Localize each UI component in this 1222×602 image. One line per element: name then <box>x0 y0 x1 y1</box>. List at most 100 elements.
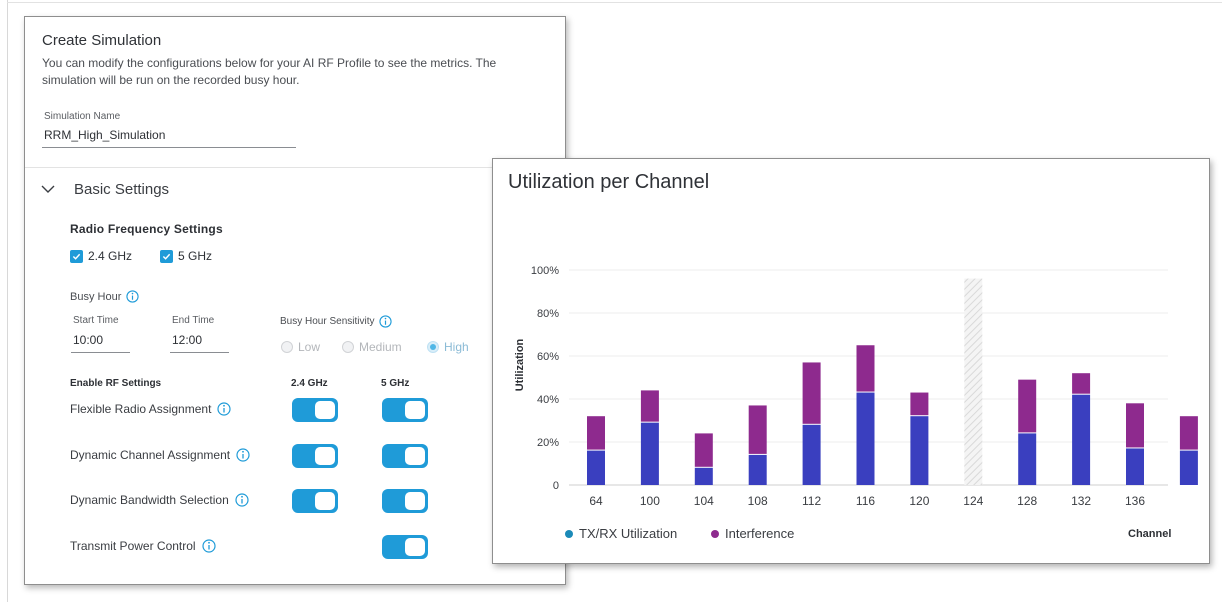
bar-interference-132[interactable] <box>1072 373 1091 394</box>
sensitivity-medium-radio[interactable]: Medium <box>342 340 402 354</box>
sensitivity-high-label: High <box>444 340 469 354</box>
y-tick-label: 80% <box>537 308 559 320</box>
x-tick-label: 124 <box>963 494 983 508</box>
col-head-5: 5 GHz <box>381 378 410 389</box>
bar-txrx-112[interactable] <box>802 424 821 485</box>
bar-txrx-108[interactable] <box>748 454 767 485</box>
bar-interference-136[interactable] <box>1126 403 1144 448</box>
bar-interference-last[interactable] <box>1179 416 1198 450</box>
legend-label-interference: Interference <box>725 526 795 541</box>
bar-interference-116[interactable] <box>856 345 875 392</box>
setting-name: Flexible Radio Assignment <box>70 402 212 416</box>
bar-interference-100[interactable] <box>640 390 659 422</box>
x-tick-label: 136 <box>1125 494 1145 508</box>
rf-row-label-fra: Flexible Radio Assignment <box>70 402 232 416</box>
y-axis-label: Utilization <box>514 338 526 391</box>
setting-name: Transmit Power Control <box>70 539 196 553</box>
bar-interference-112[interactable] <box>802 362 821 424</box>
band-5-checkbox-row[interactable]: 5 GHz <box>160 249 212 263</box>
x-tick-label: 128 <box>1017 494 1037 508</box>
y-tick-label: 60% <box>537 351 559 363</box>
bar-txrx-120[interactable] <box>910 416 929 485</box>
y-tick-label: 40% <box>537 394 559 406</box>
band-24-label: 2.4 GHz <box>88 249 133 263</box>
toggle-fra-5[interactable] <box>382 398 428 422</box>
radio-icon[interactable] <box>342 341 354 353</box>
start-time-underline <box>71 352 130 353</box>
info-icon[interactable] <box>201 539 216 553</box>
radio-selected-icon[interactable] <box>427 341 439 353</box>
x-tick-label: 64 <box>589 494 603 508</box>
bar-txrx-128[interactable] <box>1018 433 1037 485</box>
legend-label-txrx: TX/RX Utilization <box>579 526 678 541</box>
enable-rf-heading: Enable RF Settings <box>70 378 162 389</box>
simulation-name-input[interactable]: RRM_High_Simulation <box>44 128 165 142</box>
y-tick-label: 0 <box>553 480 559 492</box>
legend-txrx[interactable]: TX/RX Utilization <box>565 526 677 541</box>
checkbox-checked-icon[interactable] <box>160 249 173 263</box>
section-divider <box>25 167 565 168</box>
busy-hour-label: Busy Hour <box>70 290 122 303</box>
toggle-dbs-5[interactable] <box>382 489 428 513</box>
panel-description: You can modify the configurations below … <box>42 56 497 87</box>
info-icon[interactable] <box>379 315 393 328</box>
setting-name: Dynamic Channel Assignment <box>70 448 231 462</box>
band-5-label: 5 GHz <box>178 249 213 263</box>
info-icon[interactable] <box>126 290 139 303</box>
x-tick-label: 104 <box>694 494 714 508</box>
sensitivity-label: Busy Hour Sensitivity <box>280 316 375 327</box>
sensitivity-label-row: Busy Hour Sensitivity <box>280 315 393 328</box>
bar-interference-108[interactable] <box>748 405 767 454</box>
panel-title: Create Simulation <box>42 32 162 49</box>
rf-row-label-dbs: Dynamic Bandwidth Selection <box>70 493 249 507</box>
legend-dot-txrx <box>565 529 573 538</box>
col-head-24: 2.4 GHz <box>291 378 328 389</box>
sensitivity-high-radio[interactable]: High <box>427 340 469 354</box>
legend-dot-interference <box>711 529 719 538</box>
y-tick-label: 100% <box>531 265 559 277</box>
rf-settings-heading: Radio Frequency Settings <box>70 222 223 236</box>
utilization-chart-panel: Utilization per Channel Utilization 0 20%… <box>492 158 1210 564</box>
x-tick-label: 112 <box>802 494 821 508</box>
bar-txrx-104[interactable] <box>694 467 713 485</box>
checkbox-checked-icon[interactable] <box>70 249 83 263</box>
toggle-dca-5[interactable] <box>382 444 428 468</box>
rf-row-label-dca: Dynamic Channel Assignment <box>70 448 250 462</box>
frame-border-top <box>7 2 1222 3</box>
x-tick-label: 116 <box>856 494 875 508</box>
bar-txrx-116[interactable] <box>856 392 875 485</box>
chevron-down-icon[interactable] <box>41 182 55 196</box>
bar-txrx-100[interactable] <box>640 422 659 485</box>
bar-interference-128[interactable] <box>1018 379 1037 433</box>
bar-txrx-132[interactable] <box>1072 394 1091 485</box>
end-time-underline <box>170 352 229 353</box>
create-simulation-panel: Create Simulation You can modify the con… <box>24 16 566 585</box>
band-24-checkbox-row[interactable]: 2.4 GHz <box>70 249 132 263</box>
x-axis-label: Channel <box>1128 528 1172 540</box>
toggle-dca-24[interactable] <box>292 444 338 468</box>
toggle-dbs-24[interactable] <box>292 489 338 513</box>
info-icon[interactable] <box>236 448 250 462</box>
bar-interference-120[interactable] <box>910 392 929 416</box>
bar-txrx-136[interactable] <box>1126 448 1144 485</box>
sensitivity-low-radio[interactable]: Low <box>281 340 320 354</box>
basic-settings-title[interactable]: Basic Settings <box>74 181 169 198</box>
bar-interference-64[interactable] <box>587 416 605 450</box>
sensitivity-medium-label: Medium <box>359 340 402 354</box>
y-tick-label: 20% <box>537 437 559 449</box>
frame-border-left <box>7 0 8 602</box>
info-icon[interactable] <box>217 402 232 416</box>
end-time-input[interactable]: 12:00 <box>172 333 202 347</box>
info-icon[interactable] <box>235 493 249 507</box>
radio-icon[interactable] <box>281 341 293 353</box>
bar-txrx-64[interactable] <box>587 450 605 485</box>
bar-interference-104[interactable] <box>694 433 713 467</box>
legend-interference[interactable]: Interference <box>711 526 794 541</box>
toggle-tpc-5[interactable] <box>382 535 428 559</box>
toggle-fra-24[interactable] <box>292 398 338 422</box>
bar-unavailable-124[interactable] <box>964 278 983 485</box>
bar-txrx-last[interactable] <box>1179 450 1198 485</box>
x-tick-label: 108 <box>748 494 768 508</box>
start-time-input[interactable]: 10:00 <box>73 333 103 347</box>
x-tick-label: 132 <box>1071 494 1091 508</box>
